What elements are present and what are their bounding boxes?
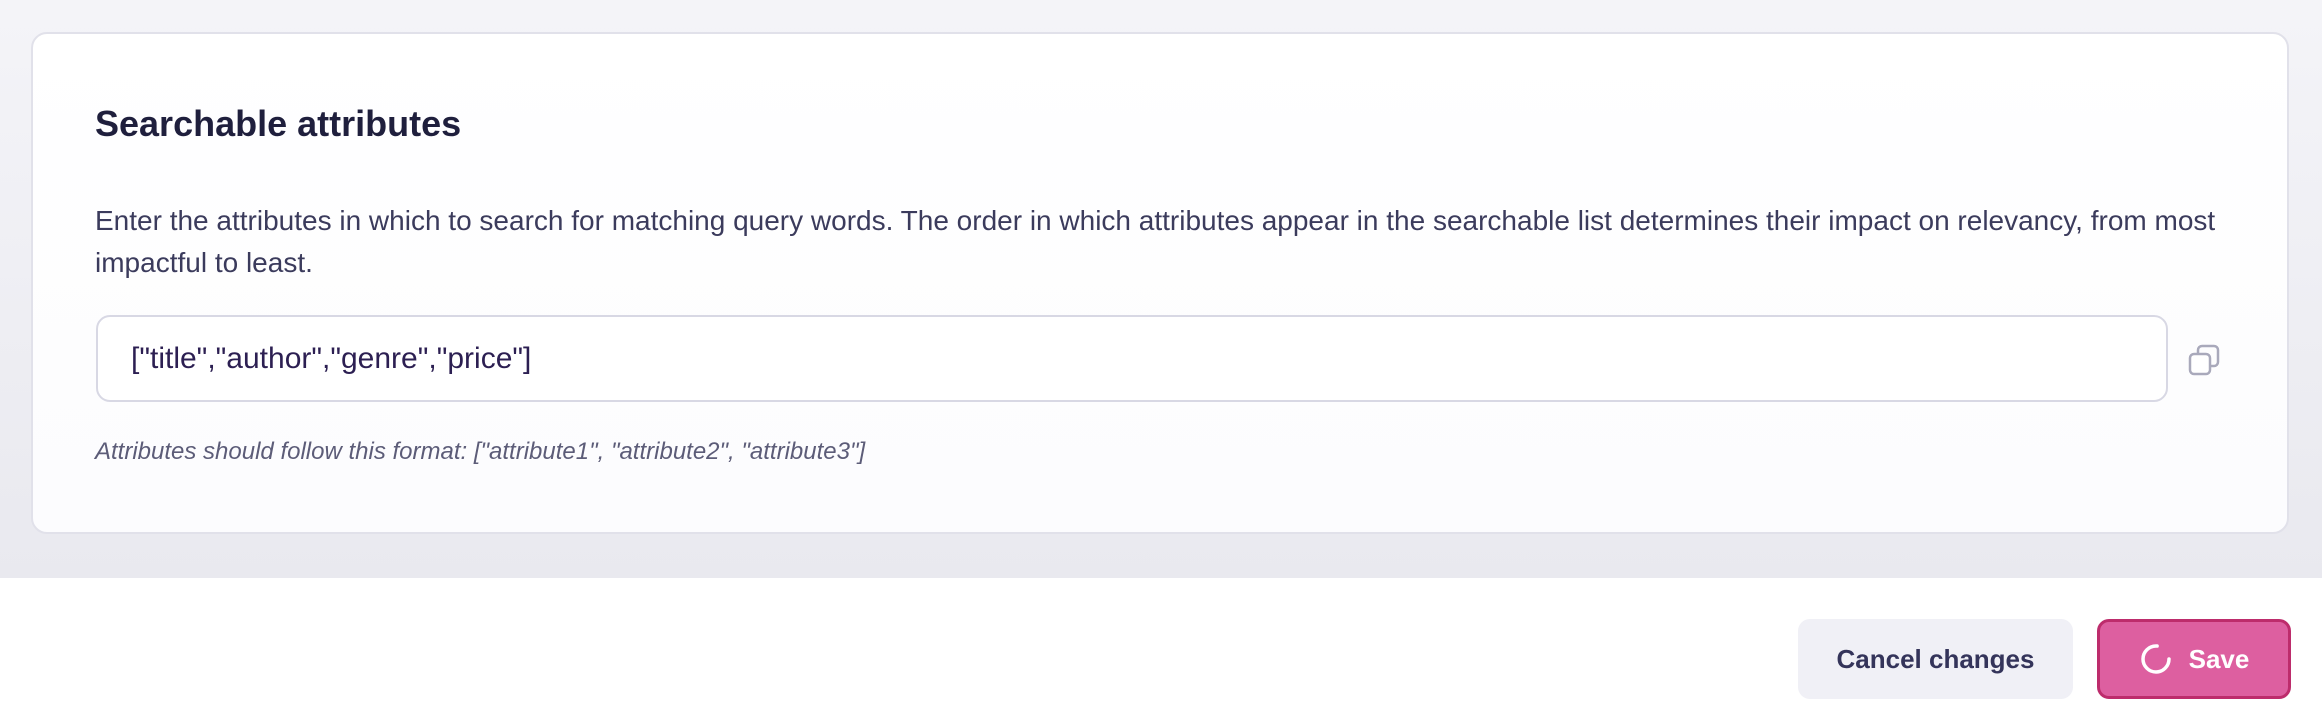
copy-icon (2188, 344, 2220, 376)
save-button[interactable]: Save (2097, 619, 2291, 699)
section-title: Searchable attributes (95, 103, 462, 144)
cancel-changes-button[interactable]: Cancel changes (1798, 619, 2073, 699)
section-description: Enter the attributes in which to search … (95, 205, 2216, 278)
copy-button[interactable] (2184, 340, 2224, 380)
searchable-attributes-input[interactable] (96, 315, 2168, 402)
format-hint: Attributes should follow this format: ["… (95, 438, 866, 465)
save-button-label: Save (2188, 643, 2250, 674)
loading-spinner-icon (2139, 642, 2173, 676)
